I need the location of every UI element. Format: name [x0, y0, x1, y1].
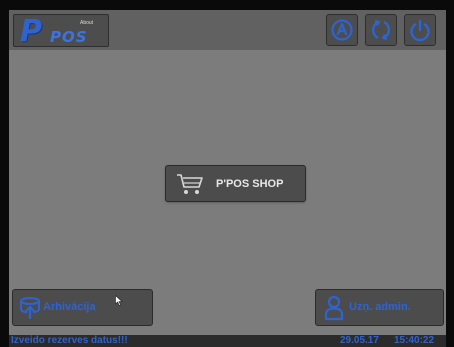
database-upload-icon: [18, 296, 42, 325]
refresh-button[interactable]: [365, 14, 397, 46]
ppos-shop-label: P'POS SHOP: [216, 178, 284, 190]
admin-login-label: Uzņ. admin.: [349, 301, 411, 313]
archive-label: Arhivācija: [43, 301, 96, 313]
admin-a-icon: [331, 19, 353, 41]
mouse-pointer-icon: [115, 293, 123, 311]
ppos-logo[interactable]: P POS About: [13, 14, 109, 49]
status-bar: Izveido rezerves datus!!! 29.05.17 15:40…: [9, 335, 446, 347]
logo-name: POS: [50, 28, 88, 46]
logo-mark: P: [20, 14, 42, 49]
refresh-icon: [371, 20, 391, 40]
admin-mode-button[interactable]: [326, 14, 358, 46]
status-time: 15:40:22: [394, 335, 435, 346]
ppos-shop-button[interactable]: P'POS SHOP: [165, 165, 306, 202]
app-screen: P POS About P'POS SHOP Arhivācija Uzņ. a…: [9, 10, 446, 347]
power-icon: [410, 19, 430, 42]
power-button[interactable]: [404, 14, 436, 46]
archive-button[interactable]: Arhivācija: [12, 289, 153, 326]
status-message: Izveido rezerves datus!!!: [11, 335, 128, 346]
header-bar: P POS About: [9, 10, 446, 50]
status-date: 29.05.17: [340, 335, 379, 346]
cart-icon: [176, 172, 204, 201]
admin-login-button[interactable]: Uzņ. admin.: [315, 289, 444, 326]
logo-about-label: About: [80, 20, 94, 26]
user-icon: [324, 295, 344, 326]
